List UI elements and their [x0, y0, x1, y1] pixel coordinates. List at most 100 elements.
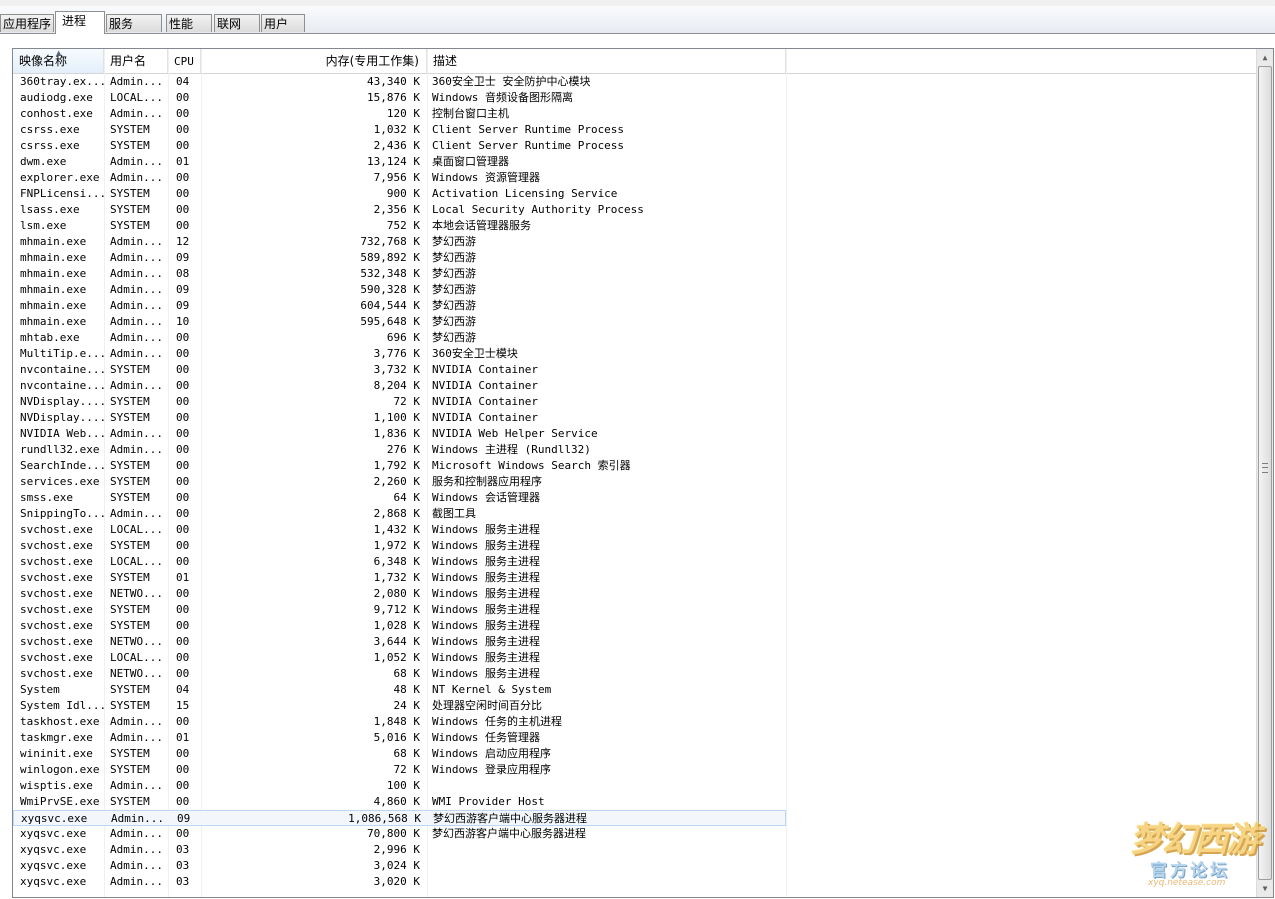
table-row[interactable]: mhmain.exe Admin... 08 532,348 K 梦幻西游 — [13, 266, 786, 282]
tab-processes[interactable]: 进程 — [55, 11, 105, 34]
table-row[interactable]: SearchInde... SYSTEM 00 1,792 K Microsoft Wi… — [13, 458, 786, 474]
table-row[interactable]: conhost.exe Admin... 00 120 K 控制台窗口主机 — [13, 106, 786, 122]
table-row[interactable]: csrss.exe SYSTEM 00 1,032 K Client Server Ru… — [13, 122, 786, 138]
cell-cpu: 15 — [176, 699, 190, 712]
table-row[interactable]: SnippingTo... Admin... 00 2,868 K 截图工具 — [13, 506, 786, 522]
table-row[interactable]: winlogon.exe SYSTEM 00 72 K Windows 登录应用程序 — [13, 762, 786, 778]
cell-cpu: 00 — [176, 395, 190, 408]
column-header-user[interactable]: 用户名 — [104, 49, 168, 73]
cell-description: Windows 主进程 (Rundll32) — [432, 443, 591, 456]
table-row[interactable]: WmiPrvSE.exe SYSTEM 00 4,860 K WMI Provider … — [13, 794, 786, 810]
cell-user: Admin... — [110, 779, 162, 792]
table-row[interactable]: svchost.exe SYSTEM 01 1,732 K Windows 服务主进程 — [13, 570, 786, 586]
cell-memory: 1,032 K — [373, 123, 420, 136]
table-row[interactable]: MultiTip.e... Admin... 00 3,776 K 360安全卫士模块 — [13, 346, 786, 362]
column-header-description[interactable]: 描述 — [427, 49, 786, 73]
table-row[interactable]: taskhost.exe Admin... 00 1,848 K Windows 任务的… — [13, 714, 786, 730]
cell-image-name: services.exe — [20, 475, 100, 488]
cell-description: NVIDIA Container — [432, 395, 538, 408]
column-header-cpu[interactable]: CPU — [168, 49, 201, 73]
table-row[interactable]: System SYSTEM 04 48 K NT Kernel & System — [13, 682, 786, 698]
cell-user: SYSTEM — [110, 395, 150, 408]
table-row[interactable]: svchost.exe SYSTEM 00 9,712 K Windows 服务主进程 — [13, 602, 786, 618]
table-row[interactable]: rundll32.exe Admin... 00 276 K Windows 主进程 (… — [13, 442, 786, 458]
table-row[interactable]: svchost.exe NETWO... 00 2,080 K Windows 服务主进… — [13, 586, 786, 602]
table-row[interactable]: svchost.exe LOCAL... 00 1,432 K Windows 服务主进… — [13, 522, 786, 538]
table-row[interactable]: audiodg.exe LOCAL... 00 15,876 K Windows 音频设… — [13, 90, 786, 106]
table-row[interactable]: svchost.exe LOCAL... 00 6,348 K Windows 服务主进… — [13, 554, 786, 570]
cell-cpu: 00 — [176, 203, 190, 216]
cell-user: Admin... — [110, 299, 162, 312]
column-header-bar: ▲ 映像名称 用户名 CPU 内存(专用工作集) 描述 — [13, 49, 1256, 74]
cell-description: 梦幻西游客户端中心服务器进程 — [433, 812, 587, 825]
table-row[interactable]: services.exe SYSTEM 00 2,260 K 服务和控制器应用程序 — [13, 474, 786, 490]
process-list[interactable]: ▲ 映像名称 用户名 CPU 内存(专用工作集) 描述 360tray.ex..… — [12, 48, 1274, 898]
table-row[interactable]: svchost.exe SYSTEM 00 1,028 K Windows 服务主进程 — [13, 618, 786, 634]
tab-applications[interactable]: 应用程序 — [0, 14, 54, 32]
tab-users[interactable]: 用户 — [261, 14, 305, 32]
table-row[interactable]: NVDisplay.... SYSTEM 00 1,100 K NVIDIA Conta… — [13, 410, 786, 426]
cell-description: Activation Licensing Service — [432, 187, 618, 200]
table-row[interactable]: NVDisplay.... SYSTEM 00 72 K NVIDIA Containe… — [13, 394, 786, 410]
tab-performance[interactable]: 性能 — [166, 14, 212, 32]
table-row[interactable]: mhmain.exe Admin... 09 604,544 K 梦幻西游 — [13, 298, 786, 314]
table-row[interactable]: xyqsvc.exe Admin... 09 1,086,568 K 梦幻西游客户端中心… — [13, 810, 786, 826]
tab-networking[interactable]: 联网 — [214, 14, 260, 32]
column-header-memory[interactable]: 内存(专用工作集) — [201, 49, 427, 73]
table-row[interactable]: NVIDIA Web... Admin... 00 1,836 K NVIDIA Web… — [13, 426, 786, 442]
table-row[interactable]: mhtab.exe Admin... 00 696 K 梦幻西游 — [13, 330, 786, 346]
cell-memory: 3,732 K — [373, 363, 420, 376]
cell-user: Admin... — [110, 267, 162, 280]
table-row[interactable]: mhmain.exe Admin... 09 590,328 K 梦幻西游 — [13, 282, 786, 298]
table-row[interactable]: smss.exe SYSTEM 00 64 K Windows 会话管理器 — [13, 490, 786, 506]
table-row[interactable]: wisptis.exe Admin... 00 100 K — [13, 778, 786, 794]
table-row[interactable]: nvcontaine... SYSTEM 00 3,732 K NVIDIA Conta… — [13, 362, 786, 378]
cell-cpu: 09 — [176, 251, 190, 264]
cell-description: Windows 登录应用程序 — [432, 763, 551, 776]
cell-user: LOCAL... — [110, 555, 162, 568]
cell-image-name: System — [20, 683, 60, 696]
table-row[interactable]: svchost.exe SYSTEM 00 1,972 K Windows 服务主进程 — [13, 538, 786, 554]
table-row[interactable]: csrss.exe SYSTEM 00 2,436 K Client Server Ru… — [13, 138, 786, 154]
table-row[interactable]: taskmgr.exe Admin... 01 5,016 K Windows 任务管理… — [13, 730, 786, 746]
cell-image-name: mhtab.exe — [20, 331, 80, 344]
table-row[interactable]: explorer.exe Admin... 00 7,956 K Windows 资源管… — [13, 170, 786, 186]
table-row[interactable]: lsm.exe SYSTEM 00 752 K 本地会话管理器服务 — [13, 218, 786, 234]
table-row[interactable]: FNPLicensi... SYSTEM 00 900 K Activation Lic… — [13, 186, 786, 202]
cell-cpu: 00 — [176, 379, 190, 392]
table-row[interactable]: xyqsvc.exe Admin... 03 2,996 K — [13, 842, 786, 858]
table-row[interactable]: 360tray.ex... Admin... 04 43,340 K 360安全卫士 安… — [13, 74, 786, 90]
table-row[interactable]: xyqsvc.exe Admin... 00 70,800 K 梦幻西游客户端中心服务器… — [13, 826, 786, 842]
table-row[interactable]: nvcontaine... Admin... 00 8,204 K NVIDIA Con… — [13, 378, 786, 394]
tab-services[interactable]: 服务 — [106, 14, 162, 32]
cell-image-name: System Idl... — [20, 699, 106, 712]
cell-cpu: 03 — [176, 875, 190, 888]
table-row[interactable]: lsass.exe SYSTEM 00 2,356 K Local Security A… — [13, 202, 786, 218]
table-row[interactable]: svchost.exe LOCAL... 00 1,052 K Windows 服务主进… — [13, 650, 786, 666]
cell-user: SYSTEM — [110, 763, 150, 776]
scroll-thumb[interactable] — [1258, 66, 1272, 880]
cell-image-name: wininit.exe — [20, 747, 93, 760]
cell-memory: 1,836 K — [373, 427, 420, 440]
cell-user: SYSTEM — [110, 539, 150, 552]
cell-image-name: taskhost.exe — [20, 715, 100, 728]
table-row[interactable]: System Idl... SYSTEM 15 24 K 处理器空闲时间百分比 — [13, 698, 786, 714]
column-header-image-name[interactable]: ▲ 映像名称 — [13, 49, 104, 73]
cell-cpu: 00 — [176, 763, 190, 776]
cell-memory: 8,204 K — [373, 379, 420, 392]
table-row[interactable]: svchost.exe NETWO... 00 68 K Windows 服务主进程 — [13, 666, 786, 682]
table-row[interactable]: svchost.exe NETWO... 00 3,644 K Windows 服务主进… — [13, 634, 786, 650]
table-row[interactable]: mhmain.exe Admin... 09 589,892 K 梦幻西游 — [13, 250, 786, 266]
table-row[interactable]: wininit.exe SYSTEM 00 68 K Windows 启动应用程序 — [13, 746, 786, 762]
cell-memory: 5,016 K — [373, 731, 420, 744]
vertical-scrollbar[interactable]: ▲ ▼ — [1256, 49, 1273, 897]
cell-image-name: xyqsvc.exe — [21, 812, 88, 825]
cell-description: Windows 服务主进程 — [432, 635, 540, 648]
table-row[interactable]: dwm.exe Admin... 01 13,124 K 桌面窗口管理器 — [13, 154, 786, 170]
scroll-up-icon[interactable]: ▲ — [1257, 49, 1273, 66]
table-row[interactable]: mhmain.exe Admin... 12 732,768 K 梦幻西游 — [13, 234, 786, 250]
table-row[interactable]: xyqsvc.exe Admin... 03 3,020 K — [13, 874, 786, 890]
cell-description: Windows 服务主进程 — [432, 603, 540, 616]
table-row[interactable]: mhmain.exe Admin... 10 595,648 K 梦幻西游 — [13, 314, 786, 330]
table-row[interactable]: xyqsvc.exe Admin... 03 3,024 K — [13, 858, 786, 874]
